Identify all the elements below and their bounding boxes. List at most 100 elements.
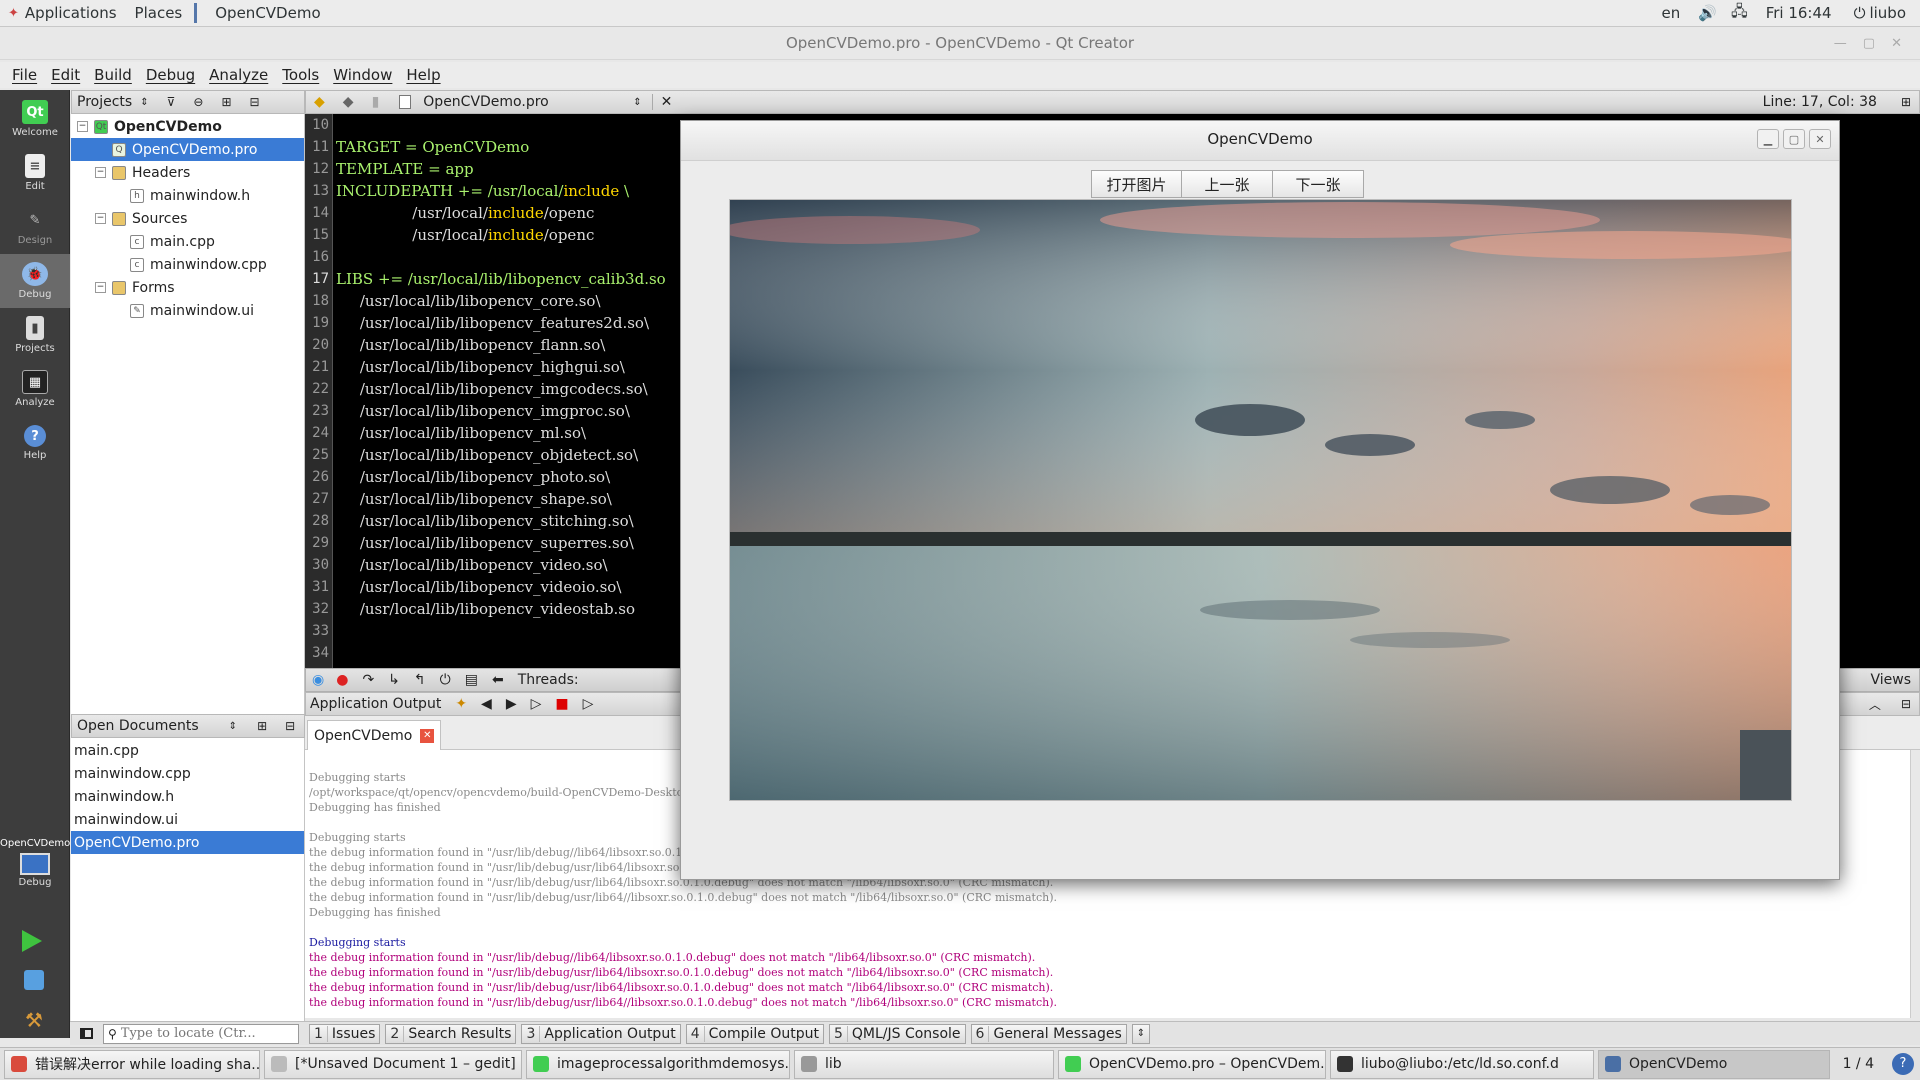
close-icon[interactable]: ✕ [1891, 27, 1902, 60]
collapse-icon[interactable]: − [95, 167, 106, 178]
rerun-icon[interactable]: ▷ [531, 696, 542, 712]
tree-item-opencvdemo-pro[interactable]: Q OpenCVDemo.pro [71, 138, 304, 161]
taskbar-item[interactable]: imageprocessalgorithmdemosys... [526, 1049, 790, 1079]
locator-input[interactable] [120, 1026, 291, 1041]
taskbar-item[interactable]: liubo@liubo:/etc/ld.so.conf.d [1330, 1049, 1594, 1079]
close-icon[interactable]: ✕ [1809, 129, 1831, 149]
menu-edit[interactable]: Edit [51, 66, 80, 84]
clock[interactable]: Fri 16:44 [1766, 4, 1832, 22]
dropdown-arrows-icon[interactable]: ⇕ [140, 97, 148, 108]
restart-icon[interactable]: ⏻ [440, 672, 451, 688]
mode-welcome[interactable]: Qt Welcome [0, 92, 70, 146]
step-out-icon[interactable]: ↰ [414, 672, 426, 688]
pane-button-application-output[interactable]: 3 Application Output [521, 1023, 681, 1044]
close-pane-icon[interactable]: ⊟ [250, 95, 260, 109]
mode-debug[interactable]: 🐞 Debug [0, 254, 70, 308]
attach-debugger-icon[interactable]: ▷ [583, 696, 594, 712]
collapse-icon[interactable]: − [95, 213, 106, 224]
mode-projects[interactable]: ▮ Projects [0, 308, 70, 362]
kit-selector[interactable]: OpenCVDemo Debug [0, 838, 70, 888]
menu-analyze[interactable]: Analyze [209, 66, 268, 84]
step-over-icon[interactable]: ↷ [362, 672, 374, 688]
close-tab-icon[interactable]: ✕ [420, 728, 435, 743]
next-item-icon[interactable]: ▶ [506, 696, 517, 712]
run-icon[interactable] [22, 930, 42, 952]
menu-file[interactable]: File [12, 66, 37, 84]
stop-debug-icon[interactable]: ● [336, 672, 348, 688]
notification-icon[interactable]: ? [1892, 1053, 1914, 1075]
open-image-button[interactable]: 打开图片 [1091, 170, 1182, 198]
stop-icon[interactable]: ■ [555, 696, 568, 712]
minimize-icon[interactable]: — [1834, 27, 1847, 60]
maximize-icon[interactable]: ▢ [1783, 129, 1805, 149]
open-document-item[interactable]: main.cpp [71, 739, 304, 762]
pane-button-general-messages[interactable]: 6 General Messages [970, 1023, 1127, 1044]
open-document-item[interactable]: mainwindow.ui [71, 808, 304, 831]
minimize-icon[interactable]: ▁ [1757, 129, 1779, 149]
close-file-icon[interactable]: ✕ [651, 94, 672, 110]
workspace-pager[interactable]: 1 / 4 [1843, 1056, 1874, 1072]
pane-button-search-results[interactable]: 2 Search Results [385, 1023, 517, 1044]
filter-icon[interactable]: ⊽ [167, 95, 176, 109]
volume-icon[interactable]: 🔊 [1698, 4, 1717, 22]
tree-item-sources[interactable]: − Sources [71, 207, 304, 230]
tree-item-main-cpp[interactable]: c main.cpp [71, 230, 304, 253]
toggle-sidebar-icon[interactable] [80, 1028, 93, 1039]
tree-item-mainwindow-ui[interactable]: ✎ mainwindow.ui [71, 299, 304, 322]
window-list-current[interactable]: OpenCVDemo [215, 4, 320, 22]
back-arrow-icon[interactable]: ◆ [314, 94, 325, 110]
split-icon[interactable]: ⊞ [257, 719, 267, 733]
tree-item-opencvdemo[interactable]: − Qt OpenCVDemo [71, 115, 304, 138]
tree-item-mainwindow-cpp[interactable]: c mainwindow.cpp [71, 253, 304, 276]
collapse-icon[interactable]: − [77, 121, 88, 132]
debug-run-icon[interactable] [24, 970, 44, 990]
split-icon[interactable]: ⊞ [221, 95, 231, 109]
tree-item-mainwindow-h[interactable]: h mainwindow.h [71, 184, 304, 207]
more-panes-icon[interactable]: ⇕ [1131, 1023, 1151, 1044]
close-pane-icon[interactable]: ⊟ [1901, 697, 1911, 711]
maximize-pane-icon[interactable]: ︿ [1869, 696, 1881, 713]
attach-icon[interactable]: ✦ [455, 696, 467, 712]
reverse-icon[interactable]: ⬅ [492, 672, 504, 688]
tree-item-forms[interactable]: − Forms [71, 276, 304, 299]
menu-window[interactable]: Window [333, 66, 392, 84]
user-menu[interactable]: liubo [1869, 4, 1906, 22]
menu-debug[interactable]: Debug [146, 66, 195, 84]
menu-build[interactable]: Build [94, 66, 132, 84]
tree-item-headers[interactable]: − Headers [71, 161, 304, 184]
open-document-item[interactable]: mainwindow.h [71, 785, 304, 808]
continue-debug-icon[interactable]: ◉ [312, 672, 324, 688]
pane-button-issues[interactable]: 1 Issues [309, 1023, 381, 1044]
previous-image-button[interactable]: 上一张 [1182, 170, 1273, 198]
menu-help[interactable]: Help [406, 66, 440, 84]
collapse-icon[interactable]: − [95, 282, 106, 293]
step-into-icon[interactable]: ↳ [388, 672, 400, 688]
projects-view-selector[interactable]: Projects [77, 94, 132, 110]
pane-button-compile-output[interactable]: 4 Compile Output [685, 1023, 824, 1044]
instruction-mode-icon[interactable]: ▤ [465, 672, 478, 688]
close-pane-icon[interactable]: ⊟ [285, 719, 295, 733]
menu-tools[interactable]: Tools [282, 66, 319, 84]
taskbar-item[interactable]: OpenCVDemo.pro – OpenCVDem... [1058, 1049, 1326, 1079]
places-menu[interactable]: Places [135, 4, 183, 22]
language-indicator[interactable]: en [1662, 4, 1681, 22]
taskbar-item[interactable]: 错误解决error while loading sha... [4, 1049, 260, 1079]
split-editor-icon[interactable]: ⊞ [1901, 95, 1911, 109]
applications-menu[interactable]: Applications [25, 4, 117, 22]
editor-file-selector[interactable]: OpenCVDemo.pro [423, 94, 633, 110]
open-document-item[interactable]: mainwindow.cpp [71, 762, 304, 785]
mode-edit[interactable]: ≡ Edit [0, 146, 70, 200]
network-icon[interactable]: 🖧 [1731, 1, 1748, 26]
sync-link-icon[interactable]: ⊖ [193, 95, 203, 109]
output-tab[interactable]: OpenCVDemo ✕ [307, 720, 442, 750]
prev-item-icon[interactable]: ◀ [481, 696, 492, 712]
open-documents-selector[interactable]: Open Documents [77, 718, 199, 734]
output-scrollbar[interactable] [1910, 750, 1920, 1018]
mode-analyze[interactable]: ▦ Analyze [0, 362, 70, 416]
locator[interactable]: ⚲ [103, 1023, 299, 1044]
build-hammer-icon[interactable]: ⚒ [22, 1008, 46, 1032]
views-menu[interactable]: Views [1870, 672, 1911, 688]
pane-button-qml-js-console[interactable]: 5 QML/JS Console [828, 1023, 966, 1044]
next-image-button[interactable]: 下一张 [1273, 170, 1364, 198]
dropdown-arrows-icon[interactable]: ⇕ [633, 97, 641, 108]
